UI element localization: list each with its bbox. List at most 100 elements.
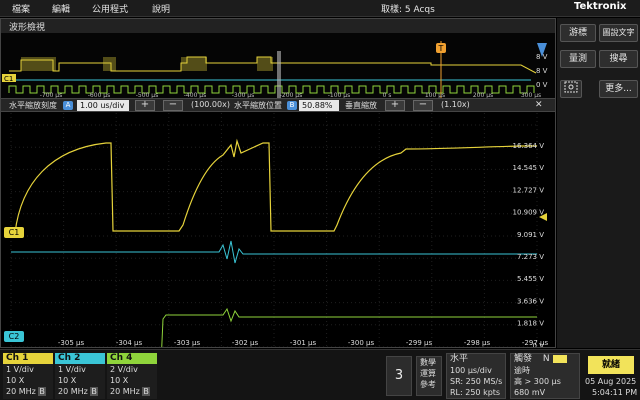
h-zoom-minus-button[interactable]: − <box>163 100 183 111</box>
more-button[interactable]: 更多... <box>599 80 638 98</box>
ch1-probe: 10 X <box>6 376 25 385</box>
ch2-badge-label: C2 <box>9 332 20 341</box>
reference-label: 參考 <box>420 380 436 389</box>
menu-bar: 檔案 編輯 公用程式 說明 取樣: 5 Acqs Tektronix <box>0 0 640 17</box>
math-ref-button[interactable]: 數學 運算 參考 <box>416 356 442 396</box>
ch2-probe: 10 X <box>58 376 77 385</box>
search-button[interactable]: 搜尋 <box>599 50 638 68</box>
zoom-bar: 水平縮放刻度 A 1.00 us/div + − (100.00x) 水平縮放位… <box>1 98 555 112</box>
x-tick-label: -303 μs <box>174 339 201 347</box>
x-tick-label: -304 μs <box>116 339 143 347</box>
overview-level-3: 0 V <box>536 81 548 89</box>
trigger-info[interactable]: 觸發 N 逾時 高 > 300 μs 680 mV <box>510 353 580 399</box>
right-panel: 游標 圖說文字 量測 搜尋 更多... <box>557 18 640 348</box>
x-axis-ticks: -305 μs -304 μs -303 μs -302 μs -301 μs -300 … <box>58 339 549 347</box>
overview-header: 波形檢視 <box>1 19 555 33</box>
h-position-value[interactable]: 50.88% <box>299 100 339 111</box>
h-position-badge: B <box>287 101 297 110</box>
y-tick-label: 10.909 V <box>512 209 544 217</box>
trigger-header: 觸發 N <box>511 354 579 365</box>
x-tick-label: -300 μs <box>348 339 375 347</box>
h-zoom-badge: A <box>63 101 73 110</box>
tektronix-logo: Tektronix <box>574 1 627 12</box>
horizontal-record-length: RL: 250 kpts <box>450 388 501 397</box>
h-zoom-value[interactable]: 1.00 us/div <box>77 100 129 111</box>
trigger-level: 680 mV <box>514 388 546 397</box>
ch1-scale: 1 V/div <box>6 365 34 374</box>
ch1-badge-label: C1 <box>9 228 20 237</box>
horizontal-info[interactable]: 水平 100 μs/div SR: 250 MS/s RL: 250 kpts <box>446 353 506 399</box>
overview-burst-3 <box>181 57 207 71</box>
overview-ch1-label: C1 <box>4 75 13 83</box>
math-label: 數學 <box>420 358 436 367</box>
ch2-info[interactable]: Ch 2 1 V/div 10 X 20 MHz B <box>55 353 105 399</box>
ch4-name: Ch 4 <box>107 353 157 364</box>
v-zoom-label: 垂直縮放 <box>345 101 377 110</box>
x-tick-label: -305 μs <box>58 339 85 347</box>
ch4-bw: 20 MHz B <box>110 387 150 396</box>
overview-waveform[interactable]: T C1 8 V 8 V 0 V -700 μs -600 μs -500 μs -4… <box>1 33 555 98</box>
x-tick-label: -299 μs <box>406 339 433 347</box>
ch2-bw: 20 MHz B <box>58 387 98 396</box>
h-position-label: 水平縮放位置 <box>234 101 282 110</box>
menu-edit[interactable]: 編輯 <box>52 2 70 15</box>
run-state-button[interactable]: 就緒 <box>588 356 634 374</box>
overview-burst-4 <box>257 57 273 71</box>
ch4-info[interactable]: Ch 4 2 V/div 10 X 20 MHz B <box>107 353 157 399</box>
bottom-bar: Ch 1 1 V/div 10 X 20 MHz B Ch 2 1 V/div … <box>0 349 640 400</box>
ch1-bw: 20 MHz B <box>6 387 46 396</box>
y-tick-label: 3.636 V <box>517 297 544 305</box>
overview-title: 波形檢視 <box>9 23 46 33</box>
overview-level-2: 8 V <box>536 67 548 75</box>
ch1-info[interactable]: Ch 1 1 V/div 10 X 20 MHz B <box>3 353 53 399</box>
v-zoom-plus-button[interactable]: + <box>385 100 405 111</box>
add-channel-button[interactable]: 3 <box>386 356 412 396</box>
menu-utility[interactable]: 公用程式 <box>92 2 128 15</box>
close-icon[interactable]: ✕ <box>535 100 543 110</box>
y-tick-label: 1.818 V <box>517 320 544 328</box>
cursor-button[interactable]: 游標 <box>560 24 596 42</box>
trigger-marker-label: T <box>438 44 444 53</box>
menu-file[interactable]: 檔案 <box>12 2 30 15</box>
ch4-probe: 10 X <box>110 376 129 385</box>
h-zoom-plus-button[interactable]: + <box>135 100 155 111</box>
x-tick-label: -298 μs <box>464 339 491 347</box>
h-zoom-label: 水平縮放刻度 <box>9 101 57 110</box>
trigger-source-icon <box>552 354 567 363</box>
time-display: 5:04:11 PM <box>592 388 638 397</box>
ch4-scale: 2 V/div <box>110 365 138 374</box>
measure-button[interactable]: 量測 <box>560 50 596 68</box>
y-tick-label: 12.727 V <box>512 186 544 194</box>
ch2-scale: 1 V/div <box>58 365 86 374</box>
trigger-badge: N <box>542 354 550 364</box>
menu-help[interactable]: 說明 <box>152 2 170 15</box>
x-tick-label: -301 μs <box>290 339 317 347</box>
y-tick-label: 7.273 V <box>517 253 544 261</box>
ch2-name: Ch 2 <box>55 353 105 364</box>
x-tick-label: -302 μs <box>232 339 259 347</box>
callout-button[interactable]: 圖說文字 <box>599 24 638 42</box>
v-zoom-minus-button[interactable]: − <box>413 100 433 111</box>
horizontal-scale: 100 μs/div <box>450 366 492 375</box>
acquisition-status: 取樣: 5 Acqs <box>381 5 435 15</box>
horizontal-sample-rate: SR: 250 MS/s <box>450 377 503 386</box>
y-tick-label: 9.091 V <box>517 231 544 239</box>
y-tick-label: 5.455 V <box>517 275 544 283</box>
y-tick-label: 14.545 V <box>512 164 544 172</box>
date-display: 05 Aug 2025 <box>585 377 637 386</box>
v-zoom-ratio: (1.10x) <box>441 100 470 109</box>
waveform-area: 波形檢視 T C1 8 V 8 V 0 V -700 μs -600 μs -500… <box>0 18 556 348</box>
h-zoom-ratio: (100.00x) <box>191 100 230 109</box>
zoom-icon-button[interactable] <box>560 80 582 98</box>
horizontal-title: 水平 <box>450 354 469 364</box>
main-waveform[interactable]: 16.364 V 14.545 V 12.727 V 10.909 V 9.091 V 7… <box>1 113 555 347</box>
zoom-box-icon <box>564 81 578 93</box>
operation-label: 運算 <box>420 369 436 378</box>
trigger-title: 觸發 <box>514 354 533 364</box>
overview-level-1: 8 V <box>536 53 548 61</box>
x-tick-label: -297 μs <box>522 339 549 347</box>
ch1-name: Ch 1 <box>3 353 53 364</box>
overview-burst-1 <box>21 57 56 71</box>
y-tick-label: 16.364 V <box>512 142 544 150</box>
zoom-window-marker[interactable] <box>277 51 281 98</box>
